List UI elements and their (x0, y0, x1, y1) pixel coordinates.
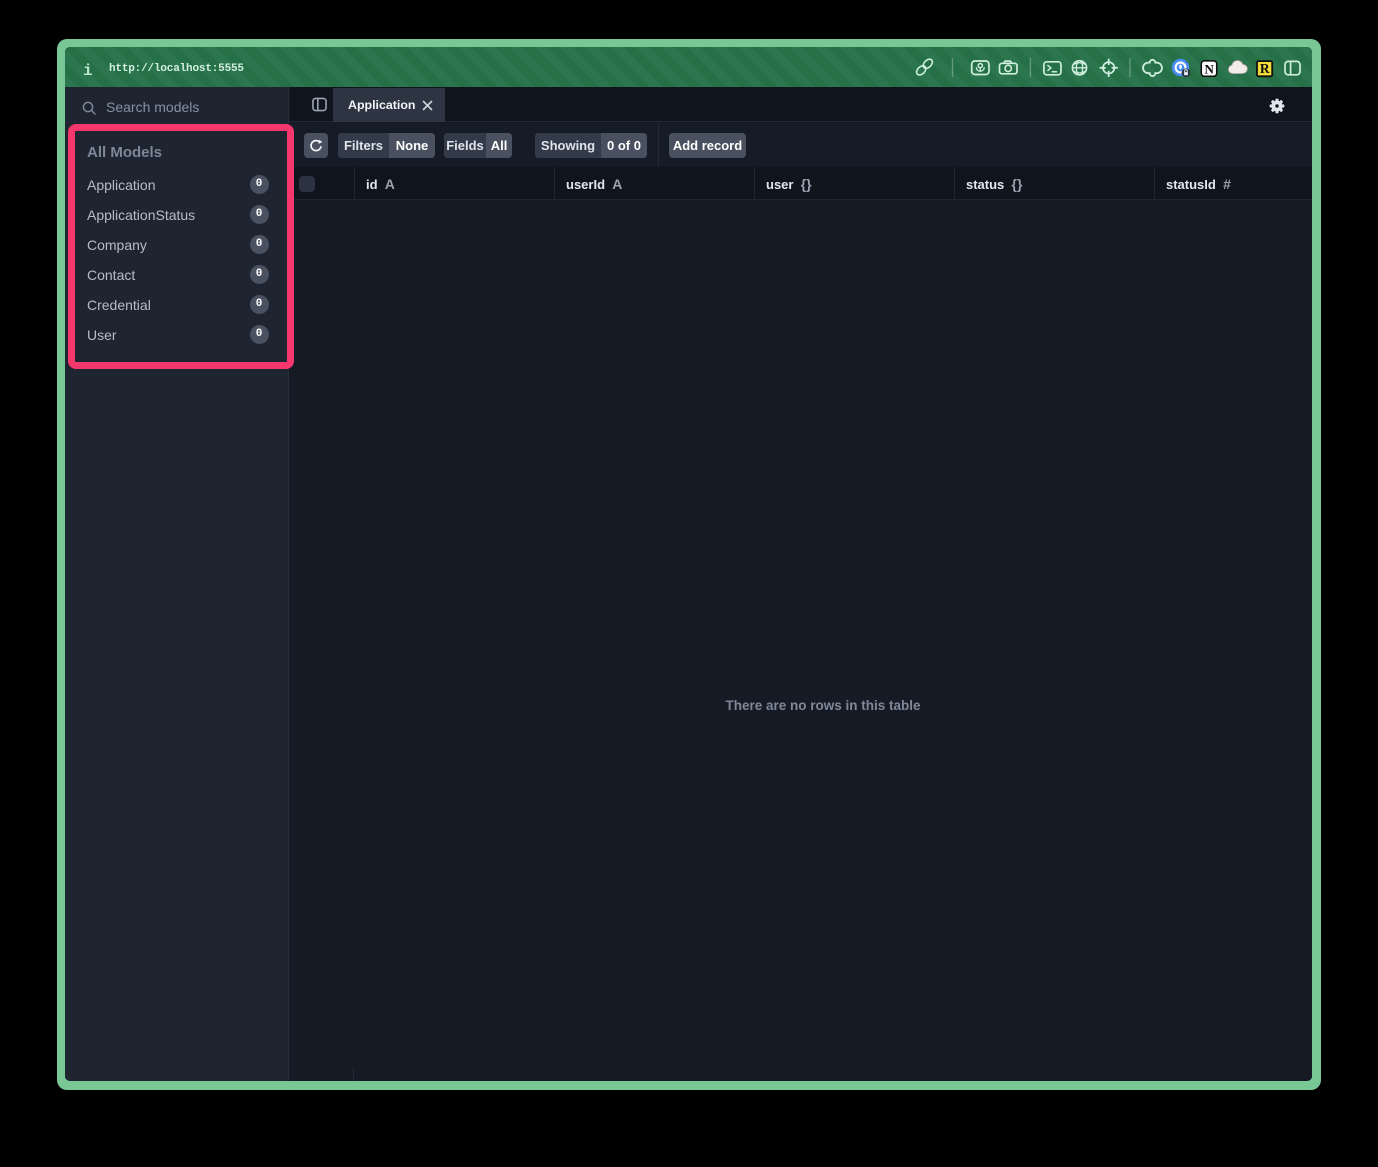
svg-text:N: N (1205, 62, 1215, 77)
svg-text:R: R (1260, 61, 1270, 76)
